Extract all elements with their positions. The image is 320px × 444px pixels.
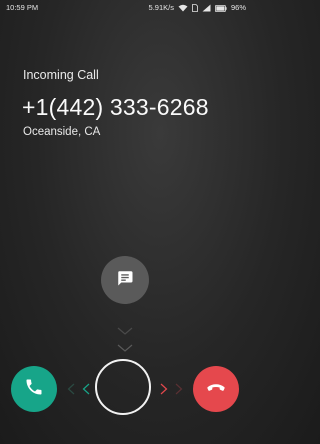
status-bar: 10:59 PM 5.91K/s 96% — [0, 0, 250, 16]
battery-level: 96% — [230, 3, 246, 12]
status-indicators: 5.91K/s 96% — [149, 0, 246, 16]
caller-location: Oceanside, CA — [23, 126, 101, 138]
call-slider-handle[interactable] — [95, 359, 151, 415]
caller-phone-number: +1(442) 333-6268 — [22, 94, 209, 120]
battery-icon — [214, 4, 227, 12]
sim-icon — [192, 4, 198, 12]
chevron-left-icon — [67, 382, 75, 400]
phone-icon — [24, 377, 44, 402]
chevron-right-icon — [175, 382, 183, 400]
chevron-right-icon — [160, 382, 168, 400]
message-icon — [116, 269, 134, 292]
phone-hangup-icon — [205, 376, 227, 403]
chevron-left-icon — [82, 382, 90, 400]
reply-message-button[interactable] — [101, 256, 149, 304]
chevron-down-icon — [117, 339, 133, 357]
status-time: 10:59 PM — [6, 3, 39, 12]
chevron-down-icon — [117, 322, 133, 340]
call-status-label: Incoming Call — [23, 68, 99, 82]
decline-call-button[interactable] — [193, 366, 239, 412]
answer-call-button[interactable] — [11, 366, 57, 412]
signal-icon — [202, 4, 211, 12]
network-speed: 5.91K/s — [148, 3, 174, 12]
wifi-icon — [178, 4, 188, 12]
